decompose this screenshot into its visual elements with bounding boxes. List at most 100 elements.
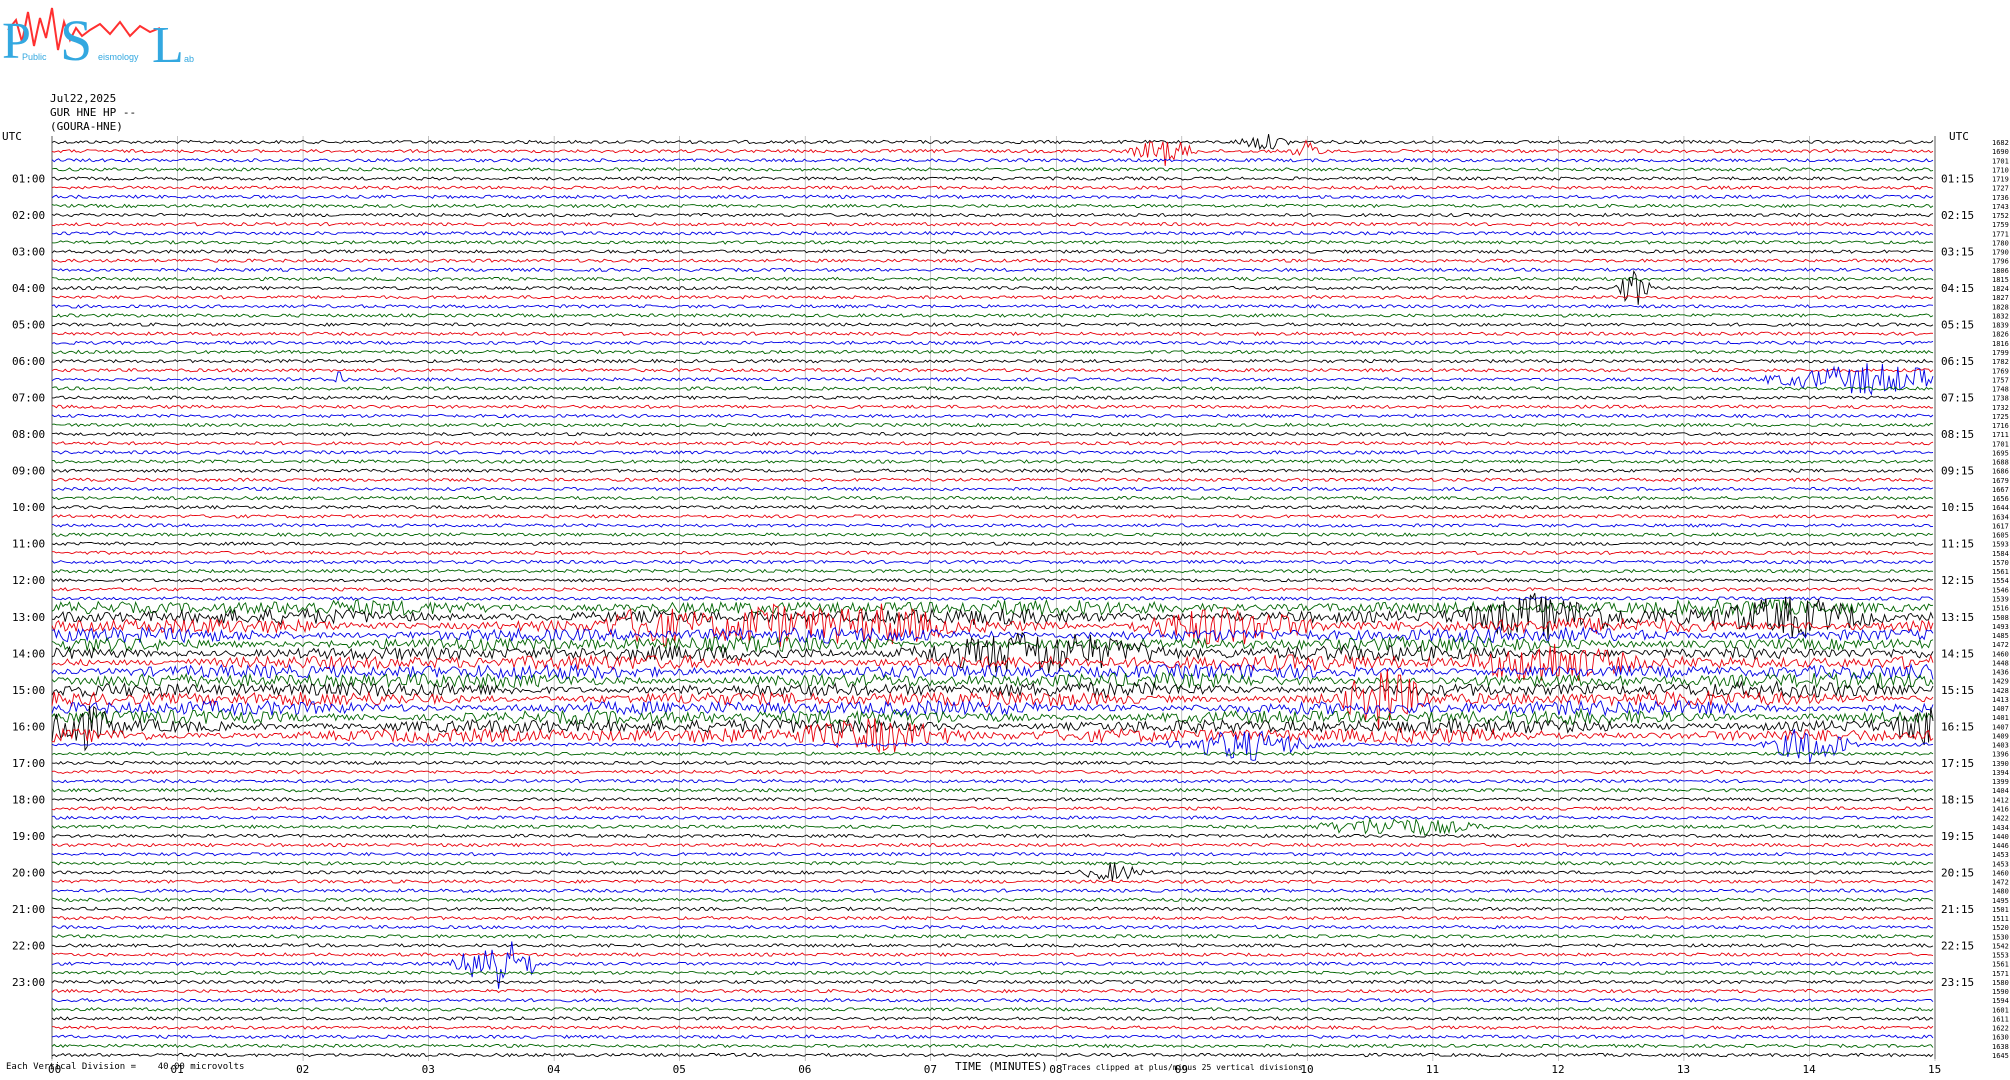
left-utc-label: UTC — [2, 130, 22, 143]
trace-row — [51, 906, 1934, 912]
left-hour-label: 01:00 — [12, 173, 45, 186]
right-hour-label: 04:15 — [1941, 282, 1974, 295]
right-row-value: 1759 — [1992, 221, 2009, 229]
right-hour-label: 02:15 — [1941, 209, 1974, 222]
trace-row — [51, 523, 1934, 528]
right-hour-label: 22:15 — [1941, 939, 1974, 952]
trace-row — [52, 395, 1934, 400]
right-row-value: 1824 — [1992, 285, 2009, 293]
right-row-value: 1416 — [1992, 805, 2009, 813]
left-hour-label: 09:00 — [12, 465, 45, 478]
right-hour-label: 17:15 — [1941, 757, 1974, 770]
right-row-value: 1806 — [1992, 267, 2009, 275]
trace-row — [52, 440, 1934, 446]
left-hour-label: 07:00 — [12, 392, 45, 405]
right-row-value: 1780 — [1992, 239, 2009, 247]
right-hour-label: 21:15 — [1941, 903, 1974, 916]
trace-row — [51, 934, 1934, 939]
left-hour-label: 10:00 — [12, 501, 45, 514]
trace-row — [51, 459, 1934, 464]
x-tick-label: 05 — [673, 1063, 686, 1076]
right-row-value: 1593 — [1992, 541, 2009, 549]
trace-row — [51, 194, 1934, 200]
trace-row — [51, 157, 1934, 163]
right-row-value: 1501 — [1992, 906, 2009, 914]
right-row-value: 1656 — [1992, 495, 2009, 503]
trace-row — [51, 422, 1934, 428]
right-row-value: 1816 — [1992, 340, 2009, 348]
right-row-value: 1622 — [1992, 1025, 2009, 1033]
right-row-value: 1390 — [1992, 760, 2009, 768]
right-row-value: 1472 — [1992, 641, 2009, 649]
right-row-value: 1644 — [1992, 504, 2009, 512]
trace-row — [51, 699, 1934, 717]
right-row-value: 1590 — [1992, 988, 2009, 996]
right-row-value: 1428 — [1992, 687, 2009, 695]
left-hour-label: 14:00 — [12, 647, 45, 660]
right-hour-label: 14:15 — [1941, 647, 1974, 660]
right-row-value: 1530 — [1992, 933, 2009, 941]
trace-row — [51, 240, 1934, 245]
trace-row — [51, 504, 1934, 510]
right-row-value: 1440 — [1992, 833, 2009, 841]
trace-row — [51, 221, 1934, 227]
trace-row — [51, 468, 1934, 474]
trace-row — [51, 304, 1934, 309]
right-row-value: 1453 — [1992, 851, 2009, 859]
trace-row — [51, 269, 1934, 305]
right-row-value: 1839 — [1992, 322, 2009, 330]
left-hour-label: 22:00 — [12, 939, 45, 952]
trace-row — [51, 787, 1934, 793]
trace-row — [51, 587, 1934, 592]
right-row-value: 1732 — [1992, 404, 2009, 412]
right-row-value: 1611 — [1992, 1015, 2009, 1023]
trace-row — [51, 897, 1934, 903]
right-hour-label: 15:15 — [1941, 684, 1974, 697]
right-row-value: 1736 — [1992, 194, 2009, 202]
right-row-value: 1827 — [1992, 294, 2009, 302]
left-hour-label: 11:00 — [12, 538, 45, 551]
right-row-value: 1790 — [1992, 249, 2009, 257]
right-hour-label: 18:15 — [1941, 793, 1974, 806]
right-row-value: 1561 — [1992, 568, 2009, 576]
trace-row — [51, 797, 1934, 802]
x-tick-label: 04 — [547, 1063, 561, 1076]
right-row-value: 1493 — [1992, 623, 2009, 631]
right-row-value: 1725 — [1992, 413, 2009, 421]
trace-row — [51, 230, 1934, 236]
right-row-value: 1688 — [1992, 459, 2009, 467]
right-row-value: 1769 — [1992, 367, 2009, 375]
right-row-value: 1542 — [1992, 942, 2009, 950]
trace-row — [51, 413, 1934, 419]
trace-row — [51, 358, 1934, 364]
right-row-value: 1571 — [1992, 970, 2009, 978]
trace-row — [51, 592, 1934, 640]
right-row-value: 1630 — [1992, 1034, 2009, 1042]
trace-row — [51, 294, 1934, 300]
right-hour-label: 01:15 — [1941, 173, 1974, 186]
right-row-value: 1826 — [1992, 331, 2009, 339]
right-row-value: 1727 — [1992, 185, 2009, 193]
right-row-value: 1796 — [1992, 258, 2009, 266]
right-hour-label: 09:15 — [1941, 465, 1974, 478]
trace-row — [51, 806, 1934, 811]
right-row-value: 1399 — [1992, 778, 2009, 786]
left-hour-label: 15:00 — [12, 684, 45, 697]
x-tick-label: 14 — [1802, 1063, 1816, 1076]
left-hour-label: 03:00 — [12, 246, 45, 259]
trace-row — [51, 559, 1934, 565]
trace-row — [51, 249, 1934, 254]
right-row-value: 1667 — [1992, 486, 2009, 494]
left-hour-label: 21:00 — [12, 903, 45, 916]
right-row-value: 1446 — [1992, 842, 2009, 850]
left-hour-label: 08:00 — [12, 428, 45, 441]
x-tick-label: 07 — [924, 1063, 937, 1076]
x-axis-title: TIME (MINUTES) — [955, 1060, 1048, 1073]
right-row-value: 1409 — [1992, 732, 2009, 740]
right-row-value: 1686 — [1992, 468, 2009, 476]
trace-row — [51, 477, 1934, 483]
left-hour-label: 06:00 — [12, 355, 45, 368]
trace-row — [51, 879, 1934, 884]
right-row-value: 1711 — [1992, 431, 2009, 439]
right-row-value: 1771 — [1992, 230, 2009, 238]
